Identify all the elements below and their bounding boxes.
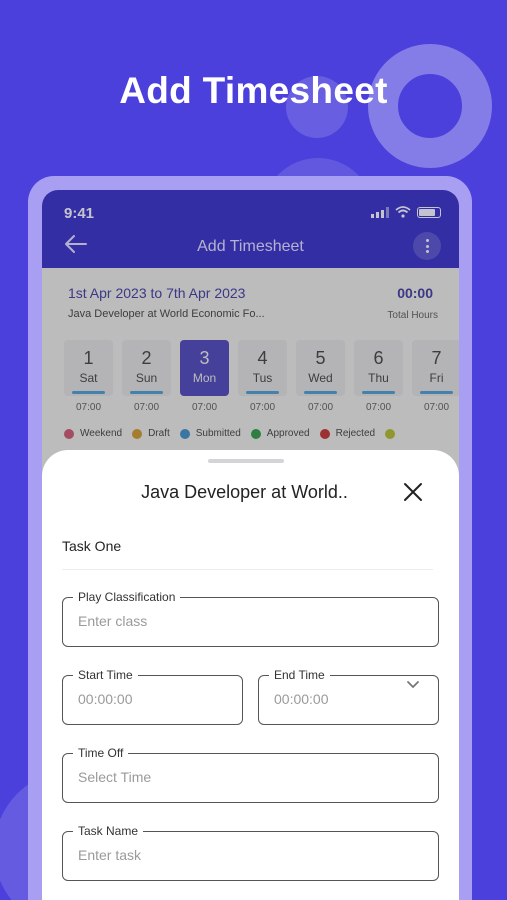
field-placeholder: 00:00:00 [78,691,133,707]
phone-screen: 1st Apr 2023 to 7th Apr 2023 Java Develo… [42,190,459,900]
task-name-field[interactable]: Task Name Enter task [62,824,439,881]
bottom-sheet: Java Developer at World.. Task One Play … [42,450,459,900]
close-icon[interactable] [403,482,423,502]
sheet-title: Java Developer at World.. [141,482,348,502]
divider [62,569,433,570]
field-label: Play Classification [73,590,181,604]
field-placeholder: Enter class [78,613,148,629]
task-label: Task One [62,538,122,554]
app-bar-dim [42,190,459,268]
field-placeholder: 00:00:00 [274,691,329,707]
start-time-field[interactable]: Start Time 00:00:00 [62,668,243,725]
sheet-drag-handle[interactable] [208,459,284,463]
field-label: Start Time [73,668,138,682]
field-label: Time Off [73,746,129,760]
field-label: End Time [269,668,330,682]
field-placeholder: Select Time [78,769,152,785]
play-classification-field[interactable]: Play Classification Enter class [62,590,439,647]
field-placeholder: Enter task [78,847,142,863]
end-time-field[interactable]: End Time 00:00:00 [258,668,439,725]
time-off-field[interactable]: Time Off Select Time [62,746,439,803]
promo-headline: Add Timesheet [119,70,388,111]
field-label: Task Name [73,824,144,838]
chevron-down-icon[interactable] [406,680,420,690]
app-bar: 9:41 Add Timesheet [42,190,459,268]
